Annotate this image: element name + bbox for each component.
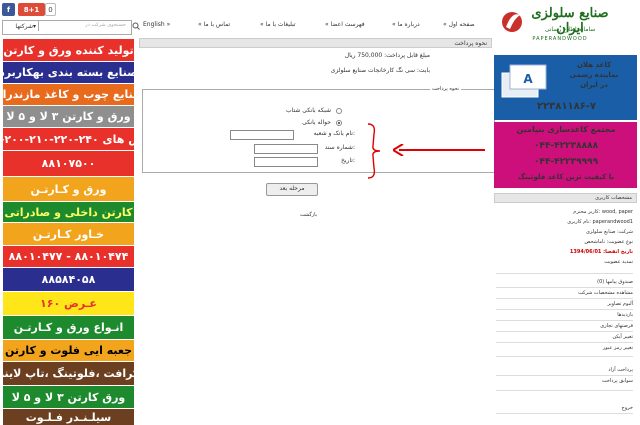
payment-company: بابت: سی نگ کارخانجات صنایع سلولزی — [330, 67, 430, 74]
facebook-icon: f — [6, 5, 11, 14]
banner-ad[interactable]: ۸۸۵۸۴۰۵۸ — [3, 268, 134, 291]
gplus-icon: 8+1 — [23, 5, 40, 14]
divider — [496, 298, 633, 299]
nav-contact[interactable]: « تماس با ما — [198, 21, 230, 28]
logout-link[interactable]: خروج — [496, 405, 634, 411]
banner-ad[interactable]: کرافت ،فلوتینگ ،تاپ لاینر — [3, 362, 134, 385]
menu-album[interactable]: آلبوم تصاویر — [496, 301, 633, 307]
account-panel-title: مشخصات کاربری — [494, 193, 637, 203]
document-number-input[interactable] — [254, 144, 318, 154]
menu-free-payment[interactable]: پرداخت آزاد — [496, 367, 633, 373]
date-input[interactable] — [254, 157, 318, 167]
logo-small-text: سامانه اطلاع رسانی — [544, 26, 596, 33]
account-company: شرکت: صنایع سلولزی — [585, 229, 633, 235]
payment-method-legend: نحوه پرداخت — [430, 86, 462, 92]
divider — [496, 273, 633, 274]
logo-subtitle: PAPERANDWOOD — [532, 36, 588, 42]
menu-change-password[interactable]: تغییر رمز عبور — [496, 345, 633, 351]
ad-blue-phone: ۲۲۳۸۱۱۸۶-۷ — [536, 101, 597, 112]
nav-english[interactable]: English » — [143, 21, 170, 28]
ad-pink-phone: ۰۴۴-۴۲۲۳۸۸۸۸ — [533, 141, 599, 151]
banner-ad[interactable]: کارتن داخلی و صادراتی — [3, 202, 134, 222]
banner-ad[interactable]: ورق کارتن ۳ لا و ۵ لا — [3, 386, 134, 408]
search-type-select[interactable]: شرکتها ▾ — [2, 21, 39, 31]
gplus-share-button[interactable]: 8+1 — [18, 3, 45, 16]
banner-ad[interactable]: صنایع چوب و کاغذ مازندران — [3, 84, 134, 105]
divider — [496, 287, 633, 288]
ad-pink-tagline: با کیفیت ترین کاغذ فلوتینگ — [517, 173, 614, 181]
bank-branch-input[interactable] — [230, 130, 294, 140]
gplus-count: 0 — [45, 3, 56, 16]
ad-pink-title: مجتمع کاغذسازی بنیامین — [516, 125, 616, 134]
search-type-value: شرکتها — [15, 22, 33, 30]
divider — [496, 413, 633, 414]
chevron-down-icon: ▾ — [32, 22, 36, 30]
divider — [496, 320, 633, 321]
facebook-share-button[interactable]: f — [2, 3, 15, 16]
radio-dot — [338, 122, 340, 124]
account-expiry: تاریخ انقضا: 1394/06/01 — [569, 249, 633, 255]
radio-bank-transfer[interactable] — [336, 120, 342, 126]
renew-membership-link[interactable]: تمدید عضویت — [496, 259, 633, 265]
divider — [496, 356, 633, 357]
payment-amount: مبلغ قابل پرداخت: 750,000 ریال — [344, 52, 430, 59]
banner-ad[interactable]: جعبه ایی فلوت و کارتن — [3, 340, 134, 361]
banner-ad[interactable]: ورق و کـارتـن — [3, 177, 134, 201]
divider — [496, 390, 633, 391]
banner-ad[interactable]: خـاور کـارتـن — [3, 223, 134, 245]
paper-ream-icon: A — [501, 64, 547, 98]
nav-about[interactable]: « درباره ما — [392, 21, 420, 28]
menu-visits[interactable]: بازدیدها — [496, 312, 633, 318]
option-bank-transfer-label: حواله بانکی — [302, 119, 331, 126]
menu-change-icon[interactable]: تغییر آیکن — [496, 334, 633, 340]
red-brace-annotation — [367, 123, 381, 179]
account-username: نام کاربری: paperandwood1 — [567, 219, 633, 225]
banner-ad[interactable]: صنایع بسته بندی بهکاربرد — [3, 62, 134, 83]
next-step-button[interactable]: مرحله بعد — [266, 183, 318, 196]
ad-blue-text: کاغذ هلان نماینده رسمی در ایران — [555, 60, 633, 90]
banner-ad[interactable]: عرض های ۲۴۰-۲۲۰-۲۱۰-۲۰۰-۱۸۰ — [3, 128, 134, 150]
search-icon — [132, 22, 140, 30]
banner-ad[interactable]: ورق و کارتن ۳ لا و ۵ لا — [3, 106, 134, 127]
banner-ad[interactable]: ۸۸۰۱۰۴۷۷ - ۸۸۰۱۰۴۷۴ — [3, 246, 134, 267]
option-shetab-label: شبکه بانکی شتاب — [286, 107, 331, 114]
banner-ad[interactable]: عـرض ۱۶۰ — [3, 292, 134, 315]
ad-blue-line: نماینده رسمی — [569, 71, 619, 79]
account-membership: نوع عضویت: ناماشخص — [584, 239, 633, 245]
page-title: نحوه پرداخت — [139, 38, 492, 48]
divider — [496, 309, 633, 310]
menu-company-profile[interactable]: مشاهده مشخصات شرکت — [496, 290, 633, 296]
ad-pink-phone: ۰۴۴-۴۲۲۳۹۹۹۹ — [533, 157, 599, 167]
search-input[interactable]: جستجوی شرکت در — [42, 22, 126, 31]
nav-home[interactable]: « صفحه اول — [443, 21, 475, 28]
svg-text:A: A — [523, 72, 533, 86]
nav-advertise[interactable]: « تبلیغات با ما — [260, 21, 296, 28]
divider — [496, 342, 633, 343]
account-user: کاربر محترم: wood, paper — [573, 209, 633, 215]
search-button[interactable] — [132, 21, 140, 32]
banner-ad[interactable]: تولید کننده ورق و کارتن — [3, 39, 134, 61]
ad-blue-line: در ایران — [580, 81, 608, 89]
red-arrow-annotation — [393, 144, 485, 156]
divider — [496, 331, 633, 332]
menu-payment-history[interactable]: سوابق پرداخت — [496, 378, 633, 384]
banner-ad[interactable]: ۸۸۱۰۷۵۰۰ — [3, 151, 134, 176]
banner-ad[interactable]: سیلـنـدر فـلـوت — [3, 409, 134, 425]
menu-inbox[interactable]: صندوق پیامها (0) — [496, 279, 633, 285]
banner-ad[interactable]: انـواع ورق و کـارتـن — [3, 316, 134, 339]
bank-branch-label: نام بانک و شعبه: — [313, 130, 355, 137]
divider — [496, 375, 633, 376]
nav-members[interactable]: « فهرست اعضا — [325, 21, 365, 28]
back-link[interactable]: بازگشت — [300, 212, 317, 218]
menu-opportunities[interactable]: فرصتهای تجاری — [496, 323, 633, 329]
radio-shetab[interactable] — [336, 108, 342, 114]
ad-blue-line: کاغذ هلان — [576, 61, 612, 69]
